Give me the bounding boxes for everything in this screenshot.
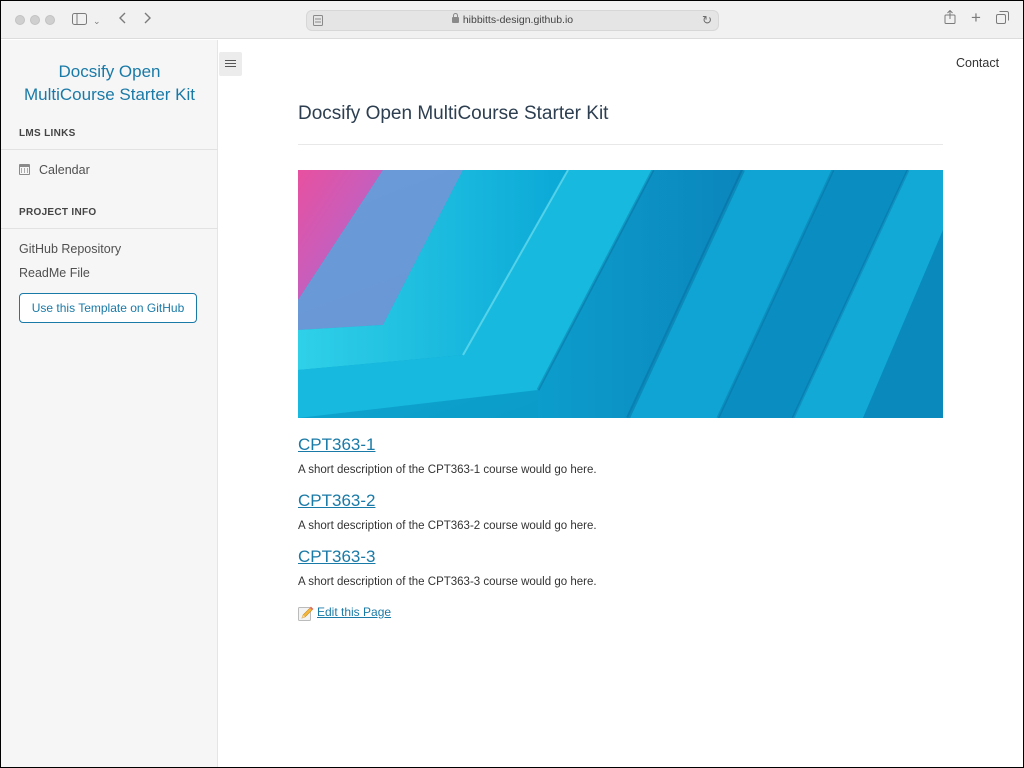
page-title: Docsify Open MultiCourse Starter Kit	[298, 103, 609, 124]
hamburger-icon[interactable]	[219, 52, 242, 76]
sidebar-toggle-icon[interactable]	[71, 11, 87, 31]
close-window-button[interactable]	[15, 15, 25, 25]
sidebar-item-github-repository[interactable]: GitHub Repository	[19, 241, 121, 257]
hero-image	[298, 170, 943, 418]
divider	[298, 144, 943, 145]
nav-contact-link[interactable]: Contact	[956, 56, 999, 70]
tab-overview-icon[interactable]	[995, 10, 1009, 30]
use-template-button[interactable]: Use this Template on GitHub	[19, 293, 197, 323]
sidebar-item-calendar[interactable]: Calendar	[39, 162, 90, 178]
back-icon[interactable]	[116, 10, 128, 30]
address-bar[interactable]: hibbitts-design.github.io ↻	[306, 10, 719, 31]
url-text: hibbitts-design.github.io	[462, 14, 574, 26]
course-link-cpt363-3[interactable]: CPT363-3	[298, 546, 375, 568]
lock-icon	[451, 13, 459, 23]
sidebar-item-readme-file[interactable]: ReadMe File	[19, 265, 90, 281]
share-icon[interactable]	[943, 9, 957, 30]
browser-toolbar: ⌄ hibbitts-design.github.io ↻ +	[1, 1, 1023, 39]
app-name-link[interactable]: Docsify Open MultiCourse Starter Kit	[1, 60, 218, 106]
course-link-cpt363-1[interactable]: CPT363-1	[298, 434, 375, 456]
divider	[1, 149, 218, 150]
calendar-icon	[19, 164, 30, 175]
course-description: A short description of the CPT363-1 cour…	[298, 464, 597, 476]
forward-icon[interactable]	[142, 10, 154, 30]
browser-window: ⌄ hibbitts-design.github.io ↻ + Docsify …	[1, 1, 1023, 767]
course-description: A short description of the CPT363-3 cour…	[298, 576, 597, 588]
zoom-window-button[interactable]	[45, 15, 55, 25]
reload-icon[interactable]: ↻	[702, 11, 712, 30]
edit-page-link[interactable]: Edit this Page	[317, 605, 391, 619]
minimize-window-button[interactable]	[30, 15, 40, 25]
new-tab-icon[interactable]: +	[969, 8, 983, 28]
course-description: A short description of the CPT363-2 cour…	[298, 520, 597, 532]
sidebar: Docsify Open MultiCourse Starter Kit LMS…	[1, 40, 218, 767]
page-settings-icon[interactable]	[313, 15, 323, 26]
divider	[1, 228, 218, 229]
pencil-icon	[298, 606, 314, 621]
chevron-down-icon[interactable]: ⌄	[93, 11, 101, 31]
course-link-cpt363-2[interactable]: CPT363-2	[298, 490, 375, 512]
section-title-project-info: PROJECT INFO	[19, 207, 97, 218]
section-title-lms-links: LMS LINKS	[19, 128, 76, 139]
